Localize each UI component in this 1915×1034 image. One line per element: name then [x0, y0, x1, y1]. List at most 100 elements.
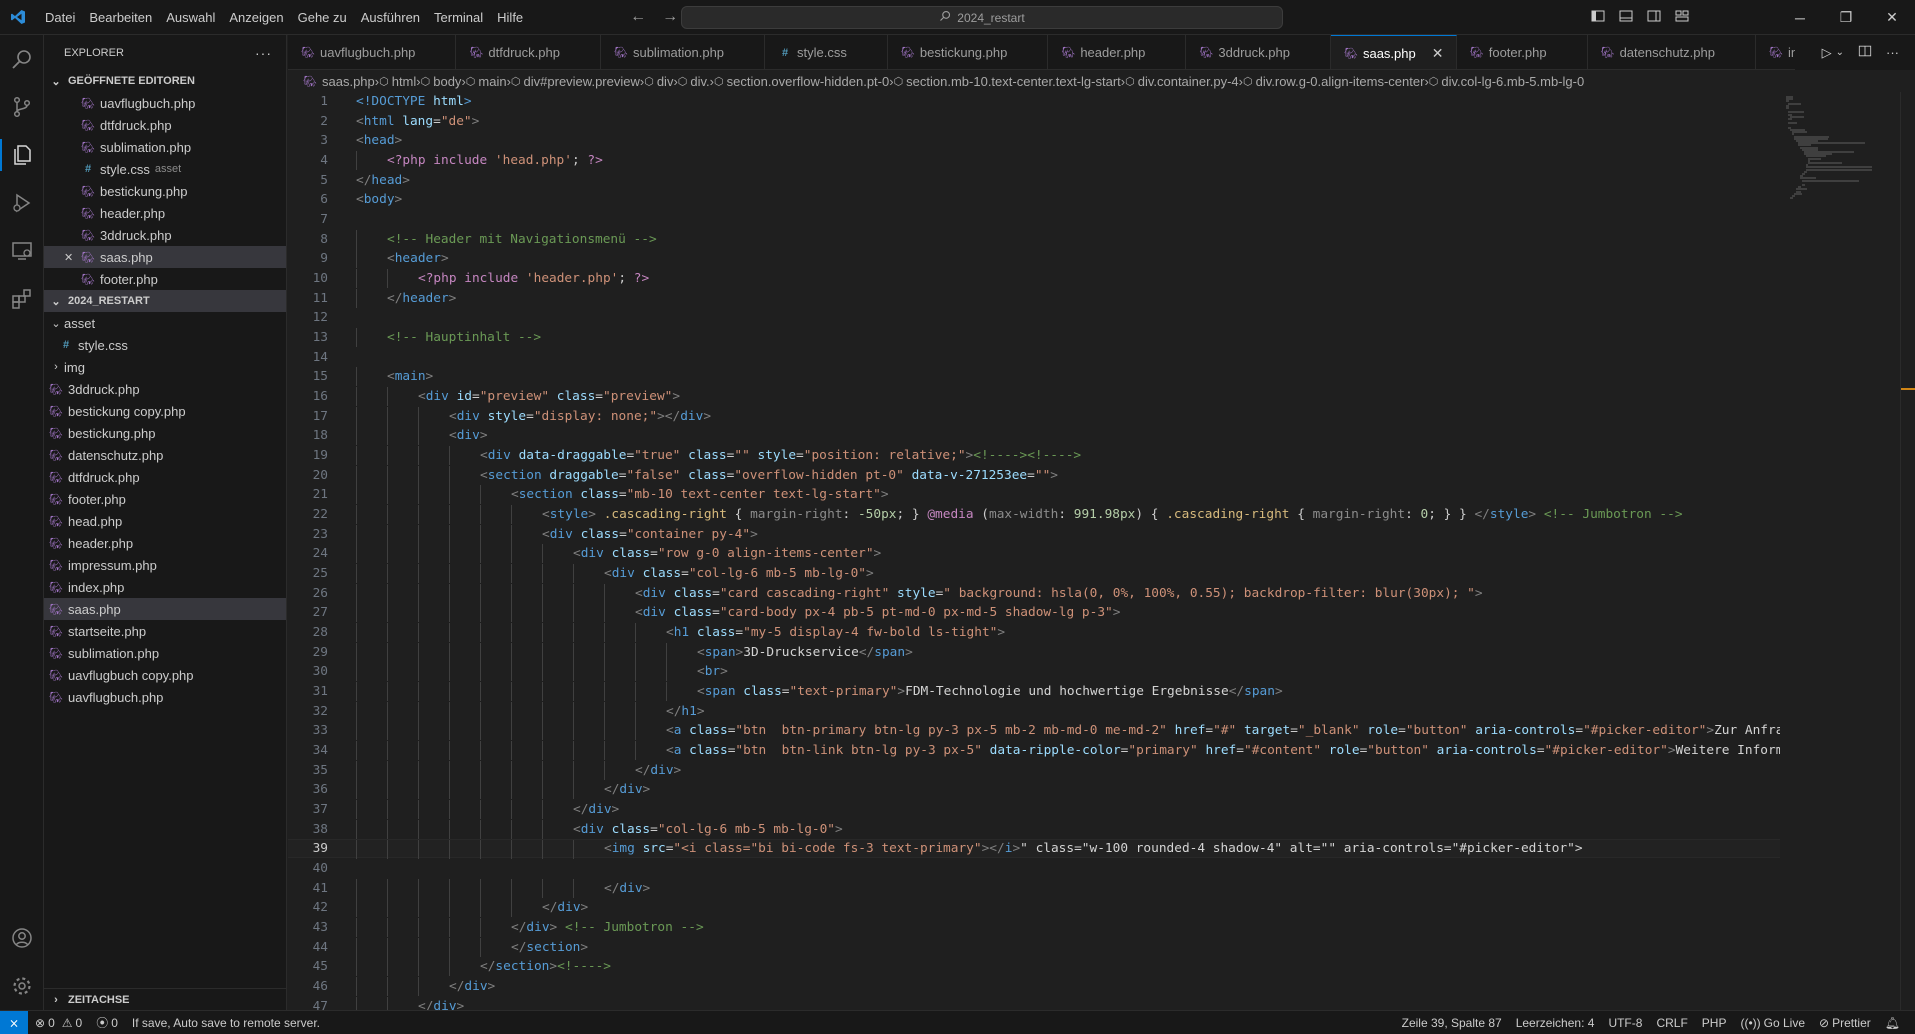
menu-item[interactable]: Bearbeiten — [82, 0, 159, 35]
code-line[interactable]: 40 — [288, 859, 1780, 878]
toggle-panel-icon[interactable] — [1618, 8, 1634, 27]
file-item[interactable]: 🐘︎ header.php — [44, 532, 286, 554]
editor-tab[interactable]: 🐘︎ sublimation.php — [601, 35, 766, 69]
breadcrumb-item[interactable]: ⬡ html — [379, 74, 416, 89]
file-item[interactable]: 🐘︎ index.php — [44, 576, 286, 598]
code-line[interactable]: 33 <a class="btn btn-primary btn-lg py-3 … — [288, 721, 1780, 741]
editor-tab[interactable]: 🐘︎ header.php — [1048, 35, 1187, 69]
code-line[interactable]: 28 <h1 class="my-5 display-4 fw-bold ls-t… — [288, 623, 1780, 643]
run-debug-icon[interactable] — [0, 179, 44, 227]
open-editor-item[interactable]: 🐘︎ header.php — [44, 202, 286, 224]
restore-icon[interactable]: ❐ — [1823, 0, 1869, 35]
indentation[interactable]: Leerzeichen: 4 — [1509, 1016, 1602, 1030]
toggle-secondary-sidebar-icon[interactable] — [1646, 8, 1662, 27]
code-line[interactable]: 21 <section class="mb-10 text-center text… — [288, 485, 1780, 505]
open-editor-item[interactable]: 🐘︎ uavflugbuch.php — [44, 92, 286, 114]
code-line[interactable]: 6 <body> — [288, 190, 1780, 209]
minimize-icon[interactable]: ─ — [1777, 0, 1823, 35]
editor-tab[interactable]: 🐘︎ saas.php ✕ — [1330, 35, 1457, 69]
menu-item[interactable]: Datei — [38, 0, 82, 35]
code-line[interactable]: 30 <br> — [288, 662, 1780, 682]
code-line[interactable]: 42 </div> — [288, 898, 1780, 918]
code-line[interactable]: 5 </head> — [288, 171, 1780, 190]
open-editor-item[interactable]: # style.css asset — [44, 158, 286, 180]
file-item[interactable]: 🐘︎ bestickung.php — [44, 422, 286, 444]
code-line[interactable]: 20 <section draggable="false" class="over… — [288, 465, 1780, 485]
code-line[interactable]: 27 <div class="card-body px-4 pb-5 pt-md-… — [288, 603, 1780, 623]
vertical-scrollbar[interactable] — [1900, 92, 1915, 1010]
code-line[interactable]: 10 <?php include 'header.php'; ?> — [288, 269, 1780, 289]
code-line[interactable]: 14 — [288, 348, 1780, 367]
code-line[interactable]: 26 <div class="card cascading-right" styl… — [288, 583, 1780, 603]
code-editor[interactable]: 1 <!DOCTYPE html> 2 <html lang="de"> 3 <head>… — [288, 92, 1780, 1010]
explorer-icon[interactable] — [0, 131, 44, 179]
open-editor-item[interactable]: 🐘︎ bestickung.php — [44, 180, 286, 202]
code-line[interactable]: 1 <!DOCTYPE html> — [288, 92, 1780, 111]
code-line[interactable]: 4 <?php include 'head.php'; ?> — [288, 151, 1780, 170]
remote-indicator-icon[interactable]: ⨯ — [0, 1010, 28, 1034]
breadcrumb-item[interactable]: ⬡ div.container.py-4 — [1125, 74, 1239, 89]
code-line[interactable]: 17 <div style="display: none;"></div> — [288, 406, 1780, 426]
run-dropdown-icon[interactable]: ⌄ — [1836, 47, 1844, 58]
encoding[interactable]: UTF-8 — [1601, 1016, 1649, 1030]
close-window-icon[interactable]: ✕ — [1869, 0, 1915, 35]
file-item[interactable]: 🐘︎ 3ddruck.php — [44, 378, 286, 400]
code-line[interactable]: 8 <!-- Header mit Navigationsmenü --> — [288, 229, 1780, 249]
breadcrumb-item[interactable]: ⬡ div. — [678, 74, 710, 89]
breadcrumb-item[interactable]: ⬡ div#preview.preview — [511, 74, 640, 89]
menu-item[interactable]: Terminal — [427, 0, 490, 35]
editor-tab[interactable]: 🐘︎ footer.php — [1457, 35, 1588, 69]
settings-gear-icon[interactable] — [0, 962, 44, 1010]
file-item[interactable]: 🐘︎ bestickung copy.php — [44, 400, 286, 422]
menu-item[interactable]: Gehe zu — [291, 0, 354, 35]
code-line[interactable]: 44 </section> — [288, 937, 1780, 957]
split-editor-icon[interactable] — [1858, 44, 1872, 61]
ports-indicator[interactable]: ⦿ 0 — [89, 1014, 125, 1031]
breadcrumb-item[interactable]: ⬡ body — [421, 74, 462, 89]
menu-item[interactable]: Hilfe — [490, 0, 530, 35]
code-line[interactable]: 41 </div> — [288, 878, 1780, 898]
close-icon[interactable]: ✕ — [64, 251, 80, 264]
code-line[interactable]: 36 </div> — [288, 780, 1780, 800]
back-arrow-icon[interactable]: ← — [630, 8, 646, 26]
editor-tab[interactable]: 🐘︎ dtfdruck.php — [456, 35, 601, 69]
search-view-icon[interactable] — [0, 35, 44, 83]
toggle-primary-sidebar-icon[interactable] — [1590, 8, 1606, 27]
code-line[interactable]: 16 <div id="preview" class="preview"> — [288, 387, 1780, 407]
code-line[interactable]: 13 <!-- Hauptinhalt --> — [288, 328, 1780, 348]
code-line[interactable]: 39 <img src="<i class="bi bi-code fs-3 te… — [288, 839, 1780, 860]
file-item[interactable]: 🐘︎ uavflugbuch.php — [44, 686, 286, 708]
breadcrumb-item[interactable]: ⬡ section.overflow-hidden.pt-0 — [714, 74, 889, 89]
close-tab-icon[interactable]: ✕ — [1432, 45, 1446, 62]
forward-arrow-icon[interactable]: → — [662, 8, 678, 26]
more-actions-icon[interactable]: ··· — [255, 45, 272, 61]
timeline-section[interactable]: › ZEITACHSE — [44, 988, 287, 1010]
command-center-search[interactable]: 2024_restart — [681, 6, 1283, 29]
file-item[interactable]: 🐘︎ datenschutz.php — [44, 444, 286, 466]
code-line[interactable]: 2 <html lang="de"> — [288, 112, 1780, 131]
open-editors-section[interactable]: ⌄ GEÖFFNETE EDITOREN — [44, 70, 286, 92]
code-line[interactable]: 35 </div> — [288, 760, 1780, 780]
editor-tab[interactable]: 🐘︎ 3ddruck.php — [1186, 35, 1331, 69]
go-live-button[interactable]: ((•)) Go Live — [1733, 1016, 1812, 1030]
open-editor-item[interactable]: 🐘︎ sublimation.php — [44, 136, 286, 158]
file-item[interactable]: 🐘︎ dtfdruck.php — [44, 466, 286, 488]
code-line[interactable]: 7 — [288, 210, 1780, 229]
menu-item[interactable]: Auswahl — [159, 0, 222, 35]
code-line[interactable]: 32 </h1> — [288, 701, 1780, 721]
code-line[interactable]: 46 </div> — [288, 977, 1780, 997]
code-line[interactable]: 31 <span class="text-primary">FDM-Technol… — [288, 682, 1780, 702]
file-item[interactable]: 🐘︎ head.php — [44, 510, 286, 532]
editor-tab[interactable]: # style.css — [765, 35, 888, 69]
more-icon[interactable]: ··· — [1886, 45, 1899, 60]
open-editor-item[interactable]: ✕ 🐘︎ saas.php — [44, 246, 286, 268]
editor-tab[interactable]: 🐘︎ datenschutz.php — [1588, 35, 1756, 69]
open-editor-item[interactable]: 🐘︎ 3ddruck.php — [44, 224, 286, 246]
breadcrumb-item[interactable]: 🐘︎ saas.php — [302, 74, 375, 89]
editor-tab[interactable]: 🐘︎ uavflugbuch.php — [288, 35, 457, 69]
vscode-logo-icon[interactable] — [4, 0, 32, 35]
breadcrumb-item[interactable]: ⬡ section.mb-10.text-center.text-lg-start — [894, 74, 1121, 89]
code-line[interactable]: 9 <header> — [288, 249, 1780, 269]
file-item[interactable]: 🐘︎ impressum.php — [44, 554, 286, 576]
code-line[interactable]: 15 <main> — [288, 367, 1780, 387]
